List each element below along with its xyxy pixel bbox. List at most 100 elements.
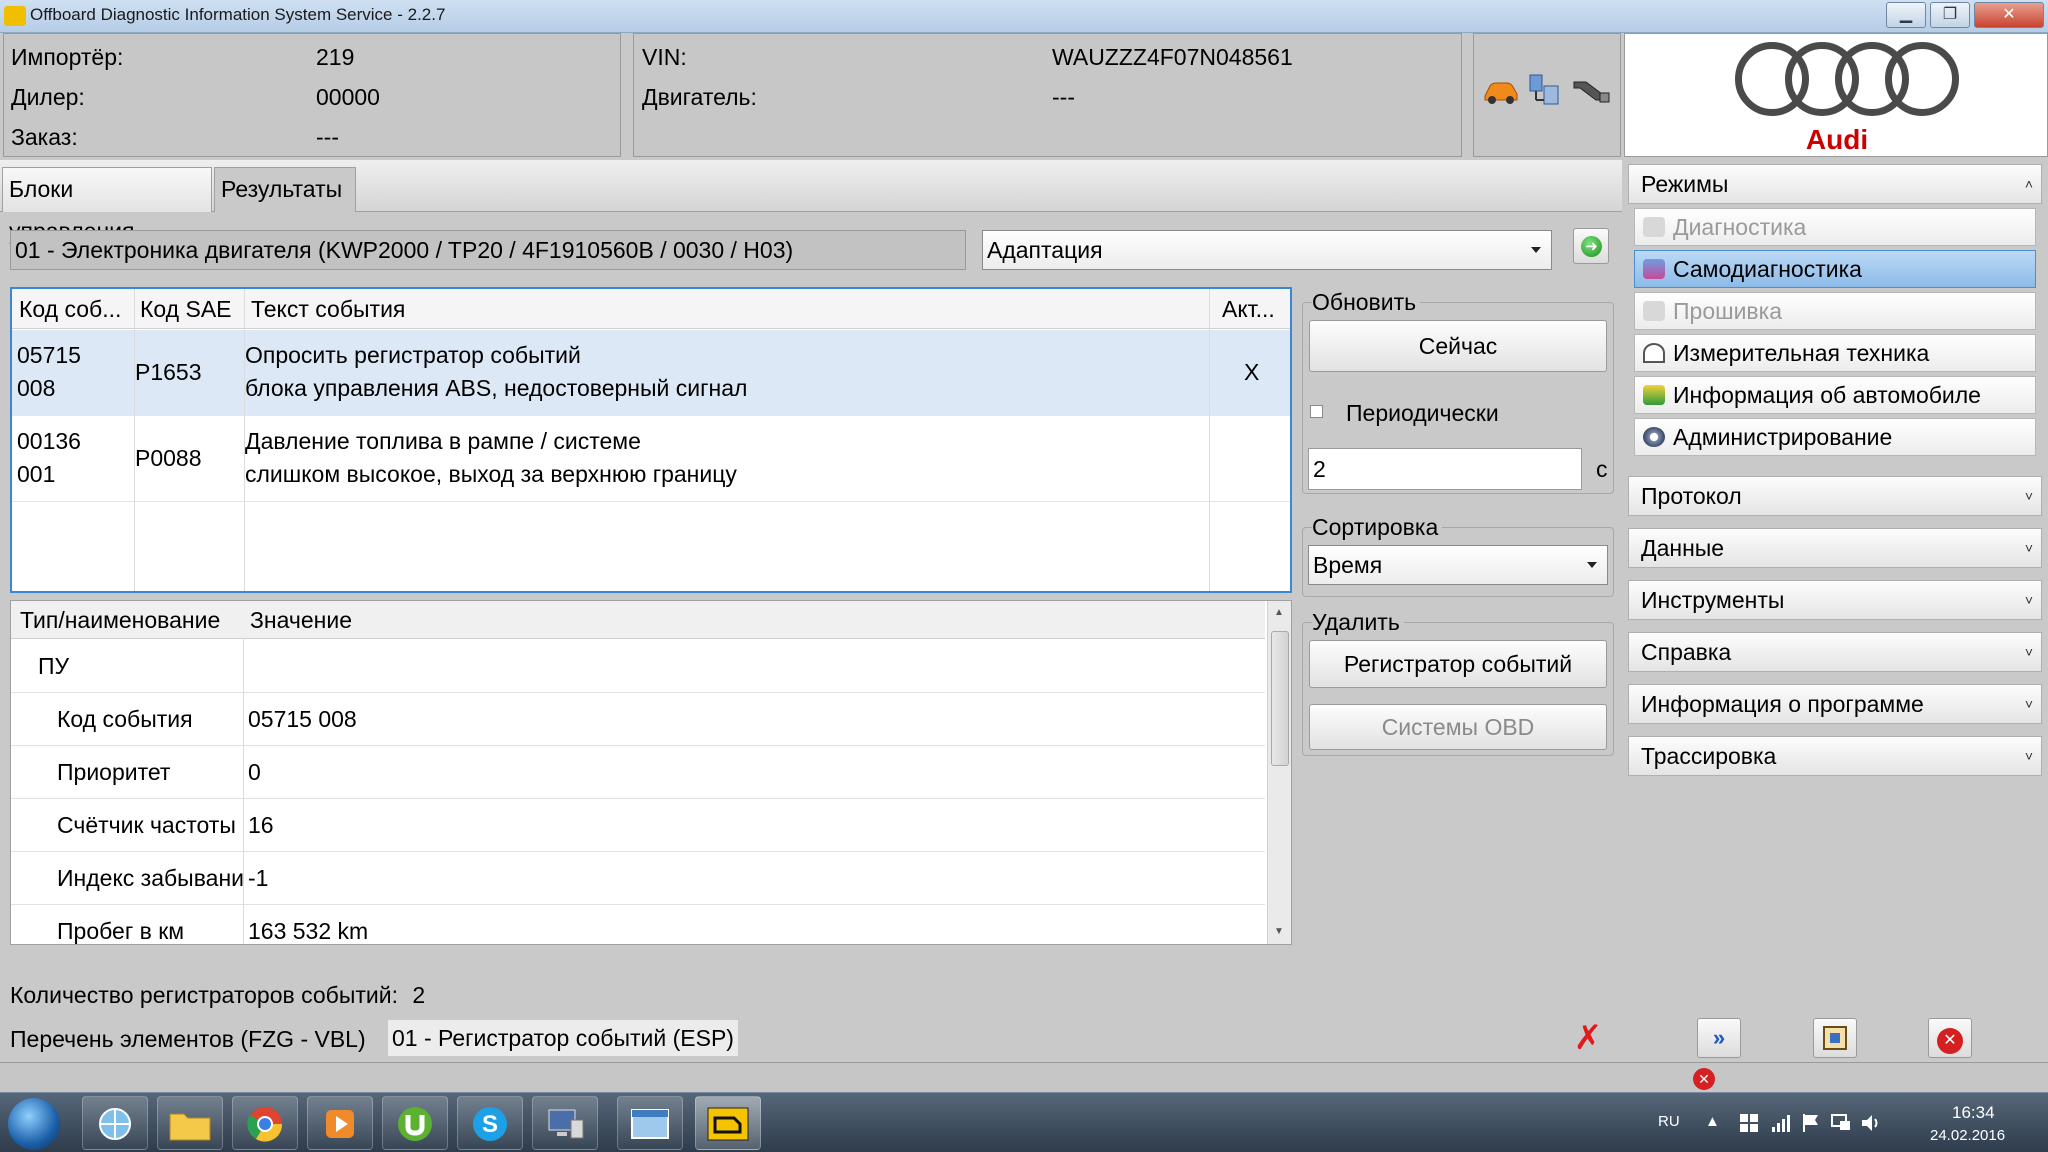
clock-time[interactable]: 16:34 bbox=[1952, 1103, 1995, 1123]
sidebar-item-administration[interactable]: Администрирование bbox=[1634, 418, 2036, 456]
event-code-part1: 05715 bbox=[17, 342, 81, 368]
chevron-down-icon bbox=[1587, 562, 1597, 568]
period-input[interactable]: 2 bbox=[1308, 448, 1582, 490]
events-table[interactable]: Код соб... Код SAE Текст события Акт... … bbox=[10, 287, 1292, 593]
table-row[interactable]: Счётчик частоты 16 bbox=[11, 799, 1265, 852]
col-event-text[interactable]: Текст события bbox=[251, 289, 405, 329]
fit-window-button[interactable] bbox=[1813, 1018, 1857, 1058]
table-row[interactable]: ПУ bbox=[11, 640, 1265, 693]
signal-icon[interactable] bbox=[1770, 1112, 1792, 1134]
volume-icon[interactable] bbox=[1860, 1112, 1884, 1134]
sidebar-item-flashing[interactable]: Прошивка bbox=[1634, 292, 2036, 330]
action-center-flag-icon[interactable] bbox=[1800, 1112, 1822, 1134]
table-row[interactable]: Индекс забывани -1 bbox=[11, 852, 1265, 905]
tab-results[interactable]: Результаты bbox=[214, 167, 356, 212]
details-table[interactable]: Тип/наименование Значение ПУ Код события… bbox=[10, 600, 1292, 945]
refresh-now-button[interactable]: Сейчас bbox=[1309, 320, 1607, 372]
sidebar-section-tools[interactable]: Инструменты ˅ bbox=[1628, 580, 2042, 620]
taskbar-app-chrome[interactable] bbox=[232, 1096, 298, 1150]
detail-name: Приоритет bbox=[57, 759, 171, 785]
network-icon[interactable] bbox=[1526, 72, 1562, 108]
tab-control-units[interactable]: Блоки управления bbox=[2, 167, 212, 244]
chevron-down-icon: ˅ bbox=[2024, 696, 2033, 712]
taskbar-app-window[interactable] bbox=[617, 1096, 683, 1150]
diagnostic-plug-icon[interactable] bbox=[1572, 76, 1612, 106]
play-icon bbox=[326, 1110, 354, 1138]
brand-name: Audi bbox=[1805, 124, 1869, 155]
taskbar-app-network-tool[interactable] bbox=[532, 1096, 598, 1150]
engine-icon bbox=[707, 1107, 749, 1141]
table-row[interactable]: Приоритет 0 bbox=[11, 746, 1265, 799]
sidebar-item-vehicle-info[interactable]: Информация об автомобиле bbox=[1634, 376, 2036, 414]
detail-value: 0 bbox=[248, 759, 261, 785]
delete-obd-button[interactable]: Системы OBD bbox=[1309, 704, 1607, 750]
table-row[interactable]: 05715 008 P1653 Опросить регистратор соб… bbox=[12, 330, 1290, 416]
go-button[interactable]: ➜ bbox=[1573, 228, 1609, 264]
col-active[interactable]: Акт... bbox=[1222, 289, 1275, 329]
sidebar-section-protocol[interactable]: Протокол ˅ bbox=[1628, 476, 2042, 516]
taskbar-app-skype[interactable]: S bbox=[457, 1096, 523, 1150]
exit-button[interactable]: ✕ bbox=[1928, 1018, 1972, 1058]
sidebar-item-self-diagnostics[interactable]: Самодиагностика bbox=[1634, 250, 2036, 288]
sidebar-item-diagnostics[interactable]: Диагностика bbox=[1634, 208, 2036, 246]
sae-code: P0088 bbox=[135, 445, 202, 471]
display-icon[interactable] bbox=[1830, 1112, 1852, 1134]
taskbar-app-odis[interactable] bbox=[695, 1096, 761, 1150]
taskbar-app-explorer[interactable] bbox=[157, 1096, 223, 1150]
status-error-icon[interactable]: ✕ bbox=[1693, 1068, 1715, 1090]
section-label: Информация о программе bbox=[1641, 691, 1924, 717]
section-label: Инструменты bbox=[1641, 587, 1785, 613]
sidebar-section-trace[interactable]: Трассировка ˅ bbox=[1628, 736, 2042, 776]
sidebar-item-measurement[interactable]: Измерительная техника bbox=[1634, 334, 2036, 372]
start-button[interactable] bbox=[8, 1098, 60, 1150]
maximize-button[interactable]: ❐ bbox=[1930, 2, 1970, 28]
car-icon[interactable] bbox=[1482, 76, 1520, 106]
sidebar-section-about[interactable]: Информация о программе ˅ bbox=[1628, 684, 2042, 724]
computer-icon bbox=[548, 1109, 584, 1139]
taskbar-app-browser-globe[interactable] bbox=[82, 1096, 148, 1150]
tray-expand-icon[interactable]: ▲ bbox=[1705, 1113, 1720, 1130]
status-bar bbox=[0, 1062, 2048, 1092]
table-row[interactable]: 00136 001 P0088 Давление топлива в рампе… bbox=[12, 416, 1290, 502]
clock-date[interactable]: 24.02.2016 bbox=[1930, 1127, 2005, 1144]
col-sae-code[interactable]: Код SAE bbox=[140, 289, 232, 329]
periodic-checkbox[interactable] bbox=[1310, 405, 1323, 418]
col-event-code[interactable]: Код соб... bbox=[19, 289, 121, 329]
delete-event-recorder-button[interactable]: Регистратор событий bbox=[1309, 640, 1607, 688]
col-type-name[interactable]: Тип/наименование bbox=[20, 601, 220, 639]
sidebar-section-modes[interactable]: Режимы ˄ bbox=[1628, 164, 2042, 204]
gear-icon bbox=[1643, 427, 1665, 447]
sidebar-section-data[interactable]: Данные ˅ bbox=[1628, 528, 2042, 568]
delete-group-label: Удалить bbox=[1312, 609, 1404, 636]
vin-value: WAUZZZ4F07N048561 bbox=[1052, 44, 1293, 70]
audi-ring-4 bbox=[1885, 42, 1959, 116]
detail-value: 05715 008 bbox=[248, 706, 357, 732]
scroll-thumb[interactable] bbox=[1271, 631, 1289, 766]
taskbar-app-utorrent[interactable] bbox=[382, 1096, 448, 1150]
detail-value: 16 bbox=[248, 812, 274, 838]
utorrent-icon bbox=[398, 1107, 432, 1141]
detail-name: Код события bbox=[57, 706, 193, 732]
windows-flag-icon[interactable] bbox=[1738, 1112, 1760, 1134]
scroll-down-icon[interactable]: ▼ bbox=[1274, 926, 1284, 937]
folder-icon bbox=[169, 1113, 211, 1141]
forward-button[interactable]: » bbox=[1697, 1018, 1741, 1058]
language-indicator[interactable]: RU bbox=[1658, 1113, 1680, 1130]
dealer-label: Дилер: bbox=[11, 84, 85, 110]
table-row[interactable]: Пробег в км 163 532 km bbox=[11, 905, 1265, 944]
taskbar-app-media-player[interactable] bbox=[307, 1096, 373, 1150]
sort-select[interactable]: Время bbox=[1308, 545, 1608, 585]
app-icon bbox=[4, 6, 26, 26]
details-scrollbar[interactable]: ▲ ▼ bbox=[1267, 601, 1291, 944]
col-value[interactable]: Значение bbox=[250, 601, 352, 639]
sidebar-section-help[interactable]: Справка ˅ bbox=[1628, 632, 2042, 672]
minimize-button[interactable]: ▁ bbox=[1886, 2, 1926, 28]
table-row[interactable]: Код события 05715 008 bbox=[11, 693, 1265, 746]
vin-label: VIN: bbox=[642, 44, 687, 70]
error-x-icon[interactable]: ✗ bbox=[1572, 1021, 1604, 1055]
function-select[interactable]: Адаптация bbox=[982, 230, 1552, 270]
element-list-value[interactable]: 01 - Регистратор событий (ESP) bbox=[388, 1020, 738, 1056]
close-button[interactable]: ✕ bbox=[1974, 2, 2044, 28]
section-label: Протокол bbox=[1641, 483, 1742, 509]
scroll-up-icon[interactable]: ▲ bbox=[1274, 607, 1284, 618]
